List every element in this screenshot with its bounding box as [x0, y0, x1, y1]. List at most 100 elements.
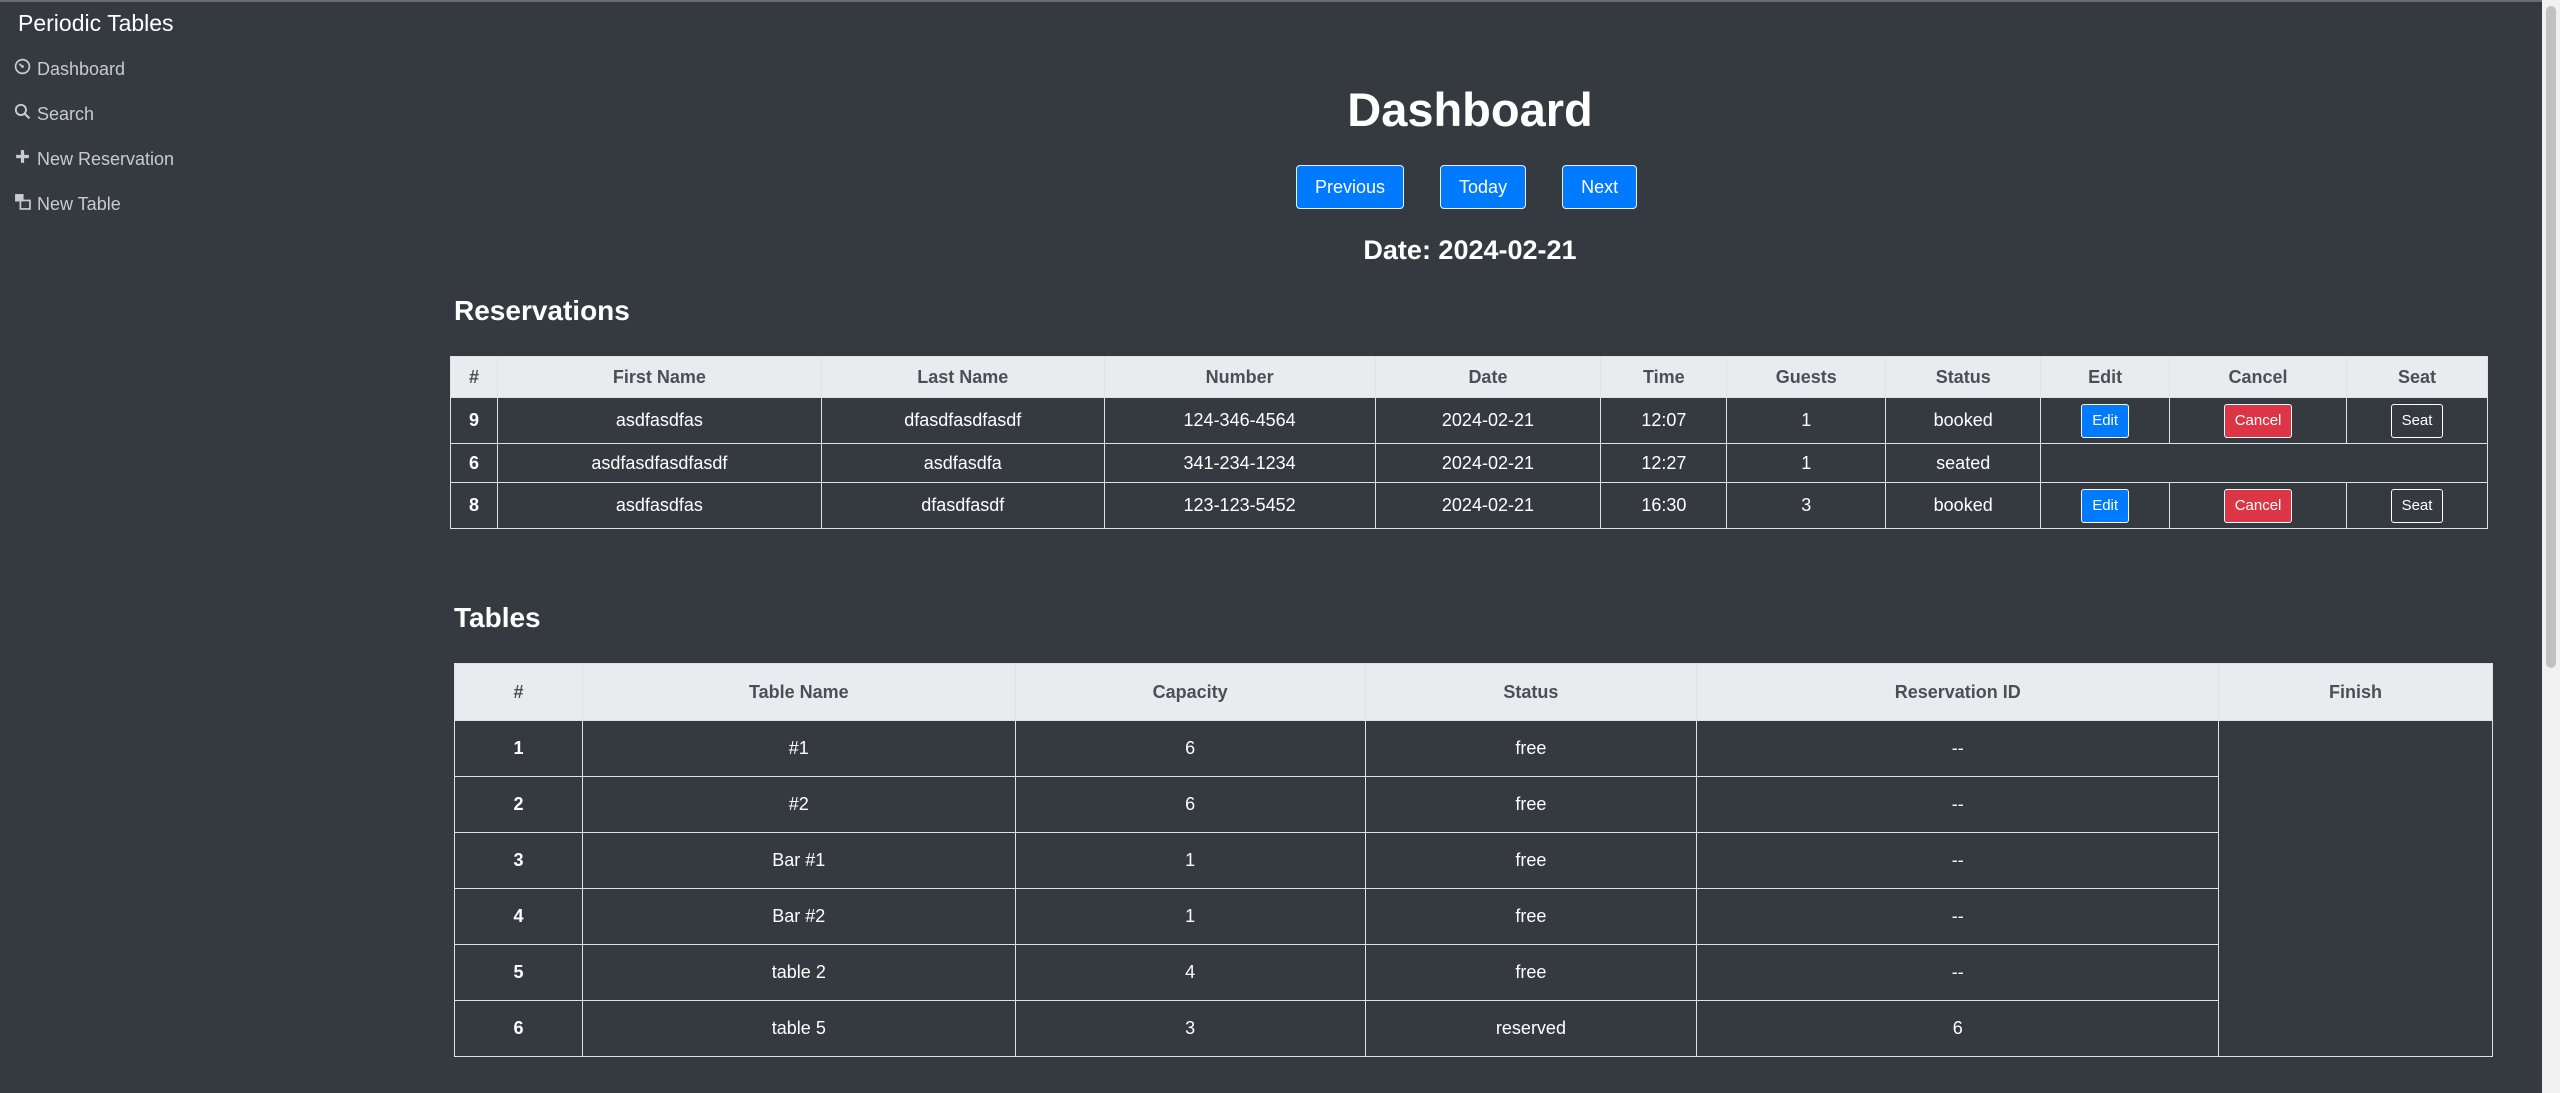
table-name: Bar #2 — [581, 888, 1016, 945]
seat-button[interactable]: Seat — [2390, 488, 2444, 523]
reservation-id: 6 — [450, 443, 498, 483]
reservation-id: 8 — [450, 482, 498, 529]
previous-button[interactable]: Previous — [1296, 165, 1405, 209]
table-reservation-id: -- — [1696, 720, 2220, 777]
reservation-time: 12:07 — [1600, 397, 1728, 444]
reservation-id: 9 — [450, 397, 498, 444]
table-header-row: # Table Name Capacity Status Reservation… — [454, 663, 2493, 721]
table-status: free — [1364, 832, 1698, 889]
finish-column — [2218, 720, 2493, 1057]
phone-number: 341-234-1234 — [1103, 443, 1376, 483]
reservation-status: seated — [1885, 443, 2042, 483]
table-id: 4 — [454, 888, 583, 945]
reservation-date: 2024-02-21 — [1374, 443, 1602, 483]
table-reservation-id: 6 — [1696, 1000, 2220, 1057]
table-status: free — [1364, 776, 1698, 833]
column-header: Cancel — [2169, 356, 2347, 398]
next-button[interactable]: Next — [1562, 165, 1638, 209]
table-id: 3 — [454, 832, 583, 889]
phone-number: 123-123-5452 — [1103, 482, 1376, 529]
seat-cell: Seat — [2346, 397, 2488, 444]
last-name: asdfasdfa — [820, 443, 1105, 483]
scrollbar-thumb[interactable] — [2546, 6, 2556, 668]
vertical-scrollbar[interactable] — [2542, 0, 2560, 1093]
phone-number: 124-346-4564 — [1103, 397, 1376, 444]
column-header: Last Name — [820, 356, 1105, 398]
table-row: 3 Bar #1 1 free -- — [454, 832, 2493, 889]
empty-actions-cell — [2040, 443, 2488, 483]
last-name: dfasdfasdf — [820, 482, 1105, 529]
first-name: asdfasdfas — [496, 482, 822, 529]
table-status: free — [1364, 944, 1698, 1001]
reservation-status: booked — [1885, 482, 2042, 529]
column-header: First Name — [496, 356, 822, 398]
table-reservation-id: -- — [1696, 832, 2220, 889]
column-header: Finish — [2218, 663, 2493, 721]
column-header: Capacity — [1014, 663, 1366, 721]
table-reservation-id: -- — [1696, 776, 2220, 833]
column-header: Reservation ID — [1696, 663, 2220, 721]
cancel-button[interactable]: Cancel — [2223, 488, 2293, 523]
today-button[interactable]: Today — [1440, 165, 1527, 209]
column-header: Time — [1600, 356, 1728, 398]
reservation-date: 2024-02-21 — [1374, 482, 1602, 529]
column-header: Edit — [2040, 356, 2171, 398]
table-capacity: 1 — [1014, 888, 1366, 945]
table-id: 2 — [454, 776, 583, 833]
reservation-time: 12:27 — [1600, 443, 1728, 483]
edit-cell: Edit — [2040, 397, 2171, 444]
guest-count: 1 — [1726, 397, 1887, 444]
table-row: 1 #1 6 free -- — [454, 720, 2493, 1057]
table-header-row: # First Name Last Name Number Date Time … — [450, 356, 2488, 398]
column-header: Status — [1364, 663, 1698, 721]
reservation-date: 2024-02-21 — [1374, 397, 1602, 444]
page-title: Dashboard — [1347, 83, 1593, 136]
table-reservation-id: -- — [1696, 944, 2220, 1001]
column-header: Status — [1885, 356, 2042, 398]
table-id: 6 — [454, 1000, 583, 1057]
reservations-heading: Reservations — [454, 295, 630, 326]
date-label: Date: 2024-02-21 — [1363, 235, 1577, 265]
table-name: #1 — [581, 720, 1016, 777]
table-capacity: 6 — [1014, 720, 1366, 777]
column-header: Seat — [2346, 356, 2488, 398]
table-name: table 5 — [581, 1000, 1016, 1057]
table-row: 9 asdfasdfas dfasdfasdfasdf 124-346-4564… — [450, 397, 2488, 444]
column-header: Table Name — [581, 663, 1016, 721]
cancel-button[interactable]: Cancel — [2223, 403, 2293, 438]
reservation-time: 16:30 — [1600, 482, 1728, 529]
column-header: # — [454, 663, 583, 721]
cancel-cell: Cancel — [2169, 482, 2347, 529]
first-name: asdfasdfas — [496, 397, 822, 444]
edit-button[interactable]: Edit — [2081, 403, 2130, 438]
table-row: 5 table 2 4 free -- — [454, 944, 2493, 1001]
table-row: 8 asdfasdfas dfasdfasdf 123-123-5452 202… — [450, 482, 2488, 529]
tables-heading: Tables — [454, 602, 541, 633]
table-id: 1 — [454, 720, 583, 777]
table-id: 5 — [454, 944, 583, 1001]
table-status: reserved — [1364, 1000, 1698, 1057]
table-name: Bar #1 — [581, 832, 1016, 889]
column-header: Guests — [1726, 356, 1887, 398]
seat-button[interactable]: Seat — [2390, 403, 2444, 438]
edit-cell: Edit — [2040, 482, 2171, 529]
guest-count: 3 — [1726, 482, 1887, 529]
last-name: dfasdfasdfasdf — [820, 397, 1105, 444]
table-reservation-id: -- — [1696, 888, 2220, 945]
table-capacity: 4 — [1014, 944, 1366, 1001]
date-navigation: Previous Today Next — [1296, 165, 1638, 209]
seat-cell: Seat — [2346, 482, 2488, 529]
table-row: 2 #2 6 free -- — [454, 776, 2493, 833]
main-content: Dashboard Previous Today Next Date: 2024… — [0, 0, 2542, 1093]
table-row: 6 asdfasdfasdfasdf asdfasdfa 341-234-123… — [450, 443, 2488, 483]
table-capacity: 6 — [1014, 776, 1366, 833]
table-capacity: 3 — [1014, 1000, 1366, 1057]
edit-button[interactable]: Edit — [2081, 488, 2130, 523]
guest-count: 1 — [1726, 443, 1887, 483]
column-header: Date — [1374, 356, 1602, 398]
table-row: 4 Bar #2 1 free -- — [454, 888, 2493, 945]
table-capacity: 1 — [1014, 832, 1366, 889]
cancel-cell: Cancel — [2169, 397, 2347, 444]
table-status: free — [1364, 720, 1698, 777]
tables-table: # Table Name Capacity Status Reservation… — [454, 663, 2493, 1057]
